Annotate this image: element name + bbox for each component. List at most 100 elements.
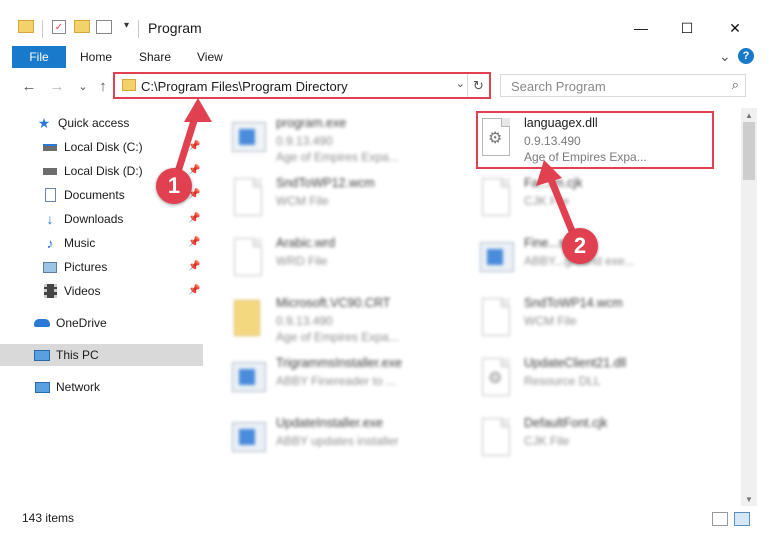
window-title: Program (148, 20, 202, 36)
sidebar-item-local-disk-c[interactable]: Local Disk (C:) 📌 (0, 136, 203, 158)
sidebar-item-network[interactable]: Network (0, 376, 203, 398)
file-detail: WCM File (276, 194, 329, 208)
pin-icon[interactable]: 📌 (188, 261, 200, 272)
recent-locations-chevron-icon[interactable]: ⌄ (74, 74, 92, 98)
sidebar-item-label: Pictures (64, 260, 108, 274)
pin-icon[interactable]: 📌 (188, 213, 200, 224)
sidebar-item-label: This PC (56, 348, 99, 362)
app-icon (478, 236, 514, 280)
file-item[interactable]: Arabic.wrd WRD File (206, 232, 446, 290)
help-button[interactable]: ? (738, 46, 754, 66)
file-detail: WCM File (524, 314, 577, 328)
dll-gear-icon: ⚙ (478, 356, 514, 400)
up-button[interactable]: ↑ (94, 74, 112, 98)
pin-icon[interactable]: 📌 (188, 141, 200, 152)
details-view-icon[interactable] (712, 512, 728, 526)
file-item[interactable]: Fa...rm.cjk CJK File (454, 172, 694, 230)
file-detail: ABBY Finereader to ... (276, 374, 396, 388)
folder-icon (122, 79, 136, 91)
tab-view[interactable]: View (197, 46, 223, 68)
vertical-scrollbar[interactable]: ▲ ▼ (741, 108, 757, 506)
scroll-up-arrow-icon[interactable]: ▲ (741, 108, 757, 122)
file-item[interactable]: ⚙ UpdateClient21.dll Resource DLL (454, 352, 694, 410)
file-name: program.exe (276, 116, 347, 130)
sidebar-item-videos[interactable]: Videos 📌 (0, 280, 203, 302)
address-dropdown-chevron-icon[interactable]: ⌄ (456, 77, 465, 90)
file-item[interactable]: UpdateInstaller.exe ABBY updates install… (206, 412, 446, 470)
file-name: DefaultFont.cjk (524, 416, 608, 430)
file-detail: Age of Empires Expa... (276, 330, 399, 344)
address-path[interactable]: C:\Program Files\Program Directory (141, 79, 348, 94)
tab-file[interactable]: File (12, 46, 66, 68)
sidebar-item-music[interactable]: ♪ Music 📌 (0, 232, 203, 254)
search-input[interactable]: Search Program (511, 79, 606, 94)
documents-icon (42, 188, 58, 202)
divider (42, 20, 43, 38)
doc-icon (230, 176, 266, 220)
downloads-icon: ↓ (46, 211, 54, 227)
ribbon (0, 42, 769, 68)
sidebar-item-this-pc[interactable]: This PC (0, 344, 203, 366)
pictures-icon (42, 260, 58, 274)
file-item[interactable]: program.exe 0.9.13.490 Age of Empires Ex… (206, 112, 446, 170)
doc-icon (478, 416, 514, 460)
sidebar-item-quick-access[interactable]: ★ Quick access (0, 112, 203, 134)
properties-icon[interactable]: ✓ (52, 20, 66, 34)
tab-share[interactable]: Share (139, 46, 171, 68)
file-detail: 0.9.13.490 (276, 314, 333, 328)
item-count: 143 items (22, 511, 75, 525)
divider (138, 20, 139, 38)
sidebar-item-downloads[interactable]: ↓ Downloads 📌 (0, 208, 203, 230)
customize-toolbar-chevron-icon[interactable]: ▾ (124, 20, 129, 31)
large-icons-view-icon[interactable] (734, 512, 750, 526)
search-box[interactable]: Search Program ⌕ (500, 74, 746, 97)
sidebar-item-pictures[interactable]: Pictures 📌 (0, 256, 203, 278)
expand-ribbon-chevron-icon[interactable]: ⌄ (719, 46, 731, 66)
file-name: TrigrammsInstaller.exe (276, 356, 402, 370)
sidebar-item-label: Documents (64, 188, 125, 202)
callout-2: 2 (562, 228, 598, 264)
status-bar (0, 506, 769, 539)
refresh-icon[interactable]: ↻ (467, 74, 489, 97)
sidebar-item-label: Local Disk (D:) (64, 164, 143, 178)
minimize-button[interactable]: — (618, 14, 664, 42)
maximize-button[interactable]: ☐ (664, 14, 710, 42)
sidebar-item-label: Quick access (58, 116, 130, 130)
search-icon[interactable]: ⌕ (732, 77, 739, 93)
file-detail: 0.9.13.490 (276, 134, 333, 148)
pin-icon[interactable]: 📌 (188, 237, 200, 248)
pin-icon[interactable]: 📌 (188, 165, 200, 176)
network-icon (34, 380, 50, 394)
file-item[interactable]: SndToWP14.wcm WCM File (454, 292, 694, 350)
back-button[interactable]: ← (20, 74, 38, 98)
sidebar-item-onedrive[interactable]: OneDrive (0, 312, 203, 334)
sidebar-item-label: Downloads (64, 212, 124, 226)
doc-icon (478, 176, 514, 220)
close-button[interactable]: ✕ (712, 14, 758, 42)
scroll-thumb[interactable] (743, 122, 755, 180)
sidebar-item-label: Music (64, 236, 96, 250)
file-item[interactable]: Microsoft.VC90.CRT 0.9.13.490 Age of Emp… (206, 292, 446, 350)
pin-icon[interactable]: 📌 (188, 285, 200, 296)
doc-icon (478, 296, 514, 340)
sidebar-item-label: Network (56, 380, 101, 394)
cloud-icon (34, 316, 50, 330)
file-name: Arabic.wrd (276, 236, 336, 250)
drive-icon (42, 140, 58, 154)
file-detail: Resource DLL (524, 374, 601, 388)
new-folder-icon[interactable] (74, 20, 90, 33)
file-item[interactable]: TrigrammsInstaller.exe ABBY Finereader t… (206, 352, 446, 410)
file-detail: CJK File (524, 194, 570, 208)
forward-button[interactable]: → (48, 74, 66, 98)
scroll-down-arrow-icon[interactable]: ▼ (741, 492, 757, 506)
sidebar-item-label: Local Disk (C:) (64, 140, 143, 154)
sidebar-item-label: OneDrive (56, 316, 107, 330)
drive-icon (42, 164, 58, 178)
folder-doc-icon (230, 296, 266, 340)
file-detail: Age of Empires Expa... (276, 150, 399, 164)
view-options-icon[interactable] (96, 20, 112, 34)
tab-home[interactable]: Home (80, 46, 112, 68)
file-item[interactable]: DefaultFont.cjk CJK File (454, 412, 694, 470)
file-item[interactable]: SndToWP12.wcm WCM File (206, 172, 446, 230)
address-bar[interactable]: C:\Program Files\Program Directory ⌄ ↻ (113, 72, 491, 99)
